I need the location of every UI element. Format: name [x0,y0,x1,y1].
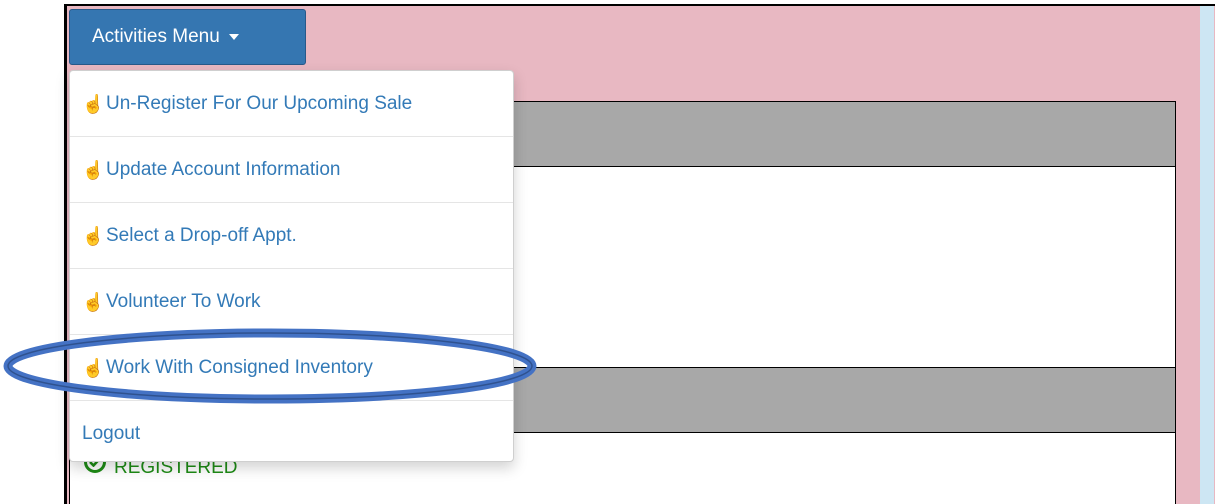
menu-item-label: Select a Drop-off Appt. [106,224,297,246]
menu-item-label: Volunteer To Work [106,290,261,312]
menu-item-logout[interactable]: Logout [70,401,513,467]
scrollbar-strip[interactable] [1200,6,1214,504]
menu-item-dropoff-appt[interactable]: ☝ Select a Drop-off Appt. [70,203,513,269]
logout-label: Logout [82,423,141,444]
activities-menu-button[interactable]: Activities Menu [69,9,306,65]
menu-item-label: Work With Consigned Inventory [106,356,373,378]
menu-item-label: Update Account Information [106,158,341,180]
caret-down-icon [228,34,239,40]
activities-menu-label: Activities Menu [92,26,220,47]
hand-pointer-icon: ☝ [82,159,105,180]
hand-pointer-icon: ☝ [82,225,105,246]
menu-item-consigned-inventory[interactable]: ☝ Work With Consigned Inventory [70,335,513,401]
menu-item-label: Un-Register For Our Upcoming Sale [106,92,413,114]
activities-dropdown: ☝ Un-Register For Our Upcoming Sale ☝ Up… [69,70,514,462]
page: REGISTERED Activities Menu ☝ Un-Register… [0,0,1227,504]
hand-pointer-icon: ☝ [82,291,105,312]
menu-item-volunteer[interactable]: ☝ Volunteer To Work [70,269,513,335]
menu-item-update-account[interactable]: ☝ Update Account Information [70,137,513,203]
menu-item-unregister[interactable]: ☝ Un-Register For Our Upcoming Sale [70,71,513,137]
hand-pointer-icon: ☝ [82,357,105,378]
hand-pointer-icon: ☝ [82,93,105,114]
